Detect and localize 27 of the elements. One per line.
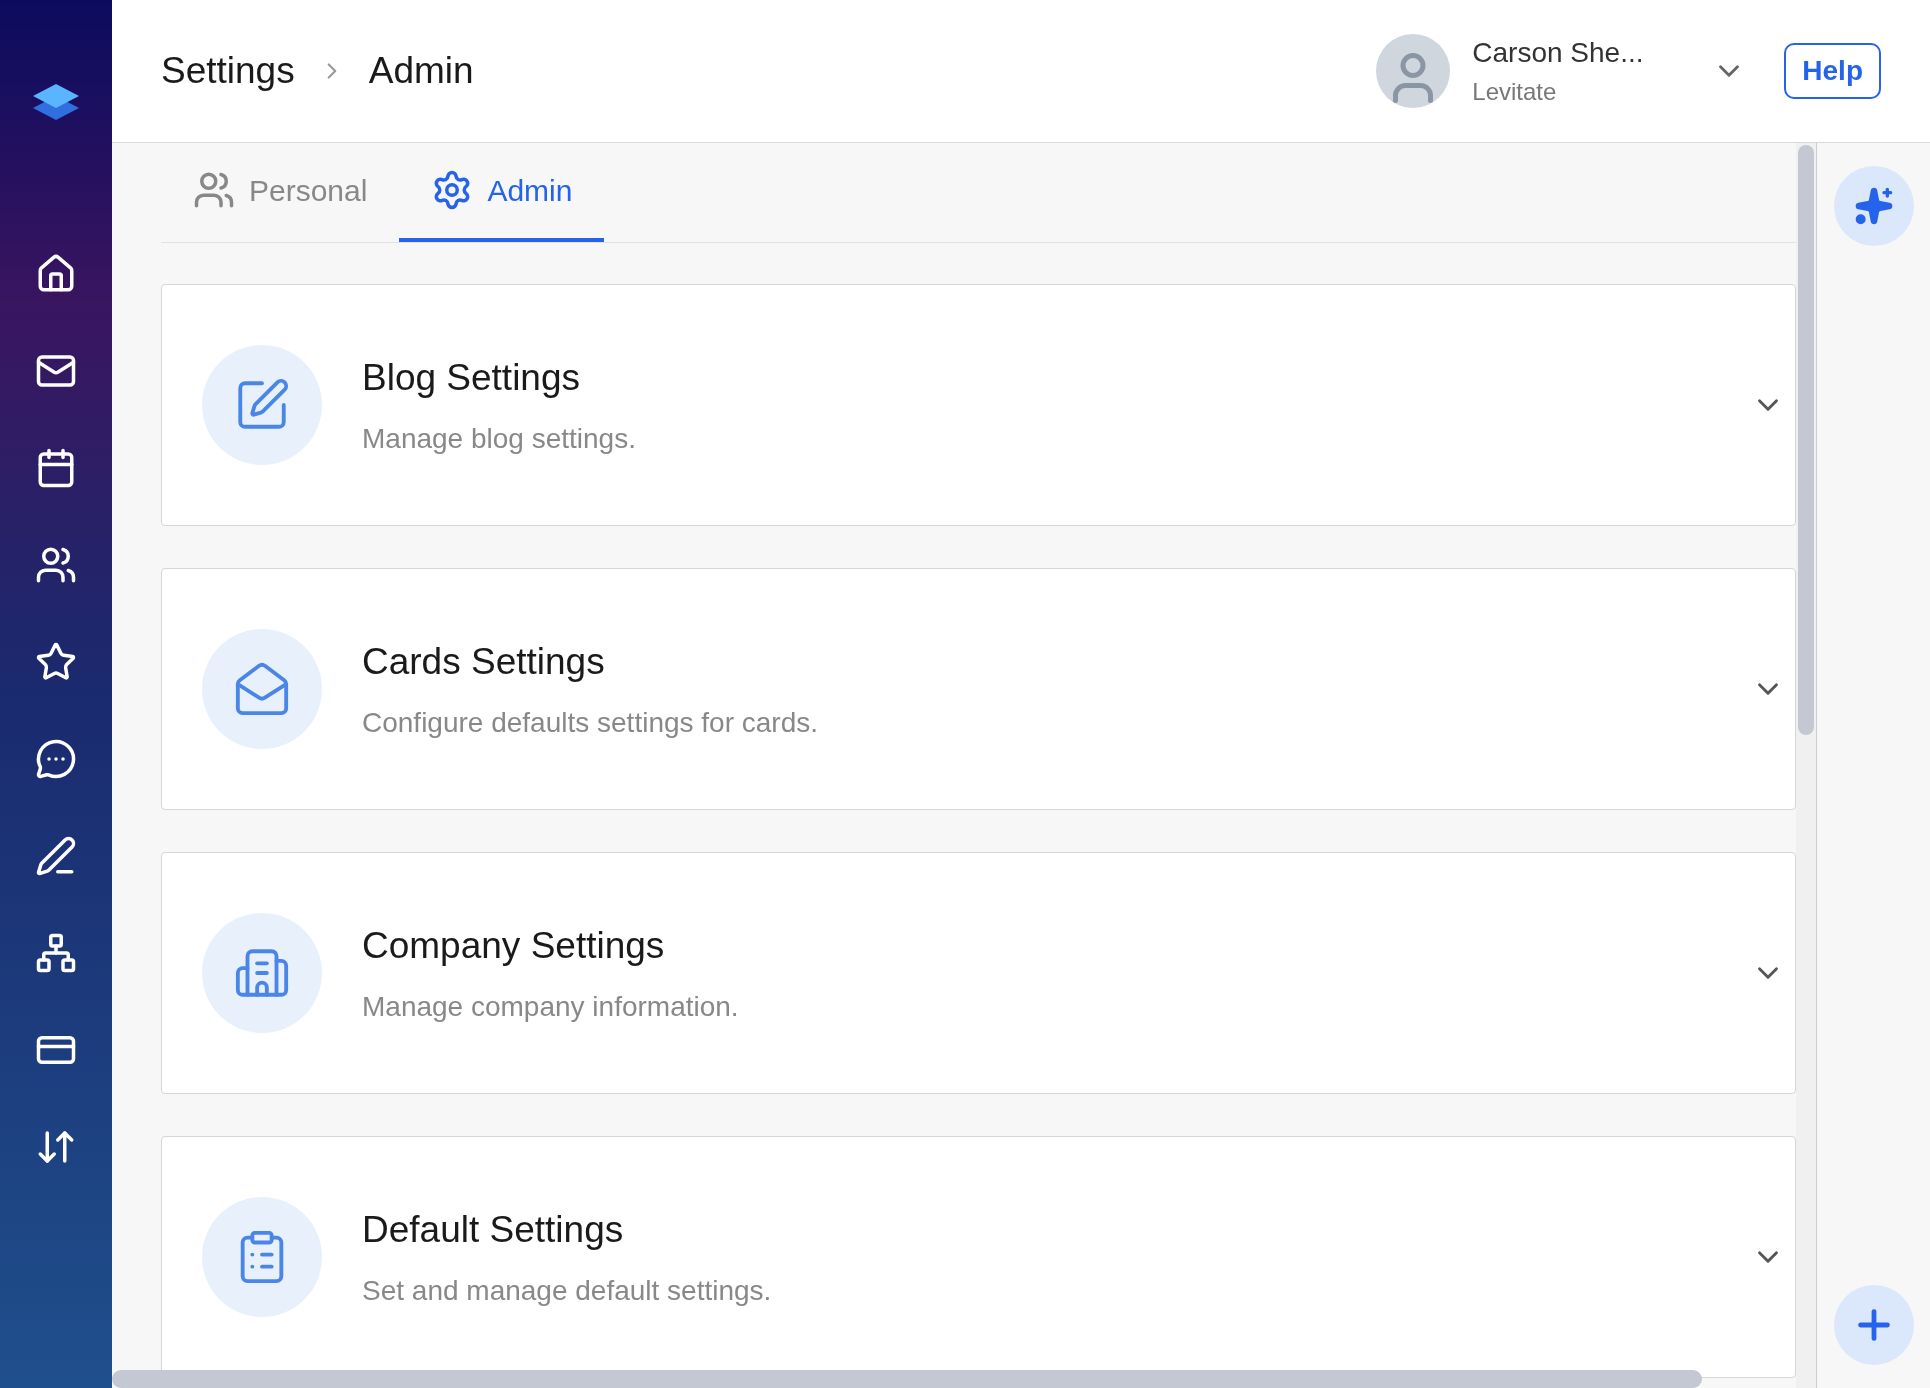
pen-icon[interactable] (35, 835, 77, 877)
settings-card[interactable]: Default Settings Set and manage default settings. (161, 1136, 1796, 1378)
sparkle-icon (1853, 186, 1894, 226)
hierarchy-icon[interactable] (35, 932, 77, 974)
help-button[interactable]: Help (1784, 43, 1881, 99)
user-name: Carson She... (1472, 36, 1645, 70)
card-title: Default Settings (362, 1208, 625, 1253)
chat-bubble-icon[interactable] (35, 738, 77, 780)
envelope-icon (233, 660, 291, 718)
card-description: Manage company information. (362, 989, 739, 1024)
vertical-scrollbar[interactable] (1796, 143, 1816, 1388)
horizontal-scrollbar[interactable] (112, 1370, 1702, 1388)
organization-name: Levitate (1472, 77, 1558, 107)
calendar-icon[interactable] (35, 447, 77, 489)
settings-card[interactable]: Company Settings Manage company information. (161, 852, 1796, 1094)
card-title: Company Settings (362, 924, 666, 969)
card-title: Cards Settings (362, 640, 606, 685)
card-description: Set and manage default settings. (362, 1273, 772, 1308)
card-description: Manage blog settings. (362, 421, 636, 456)
tab[interactable]: Admin (399, 143, 605, 242)
settings-card[interactable]: Cards Settings Configure defaults settings for cards. (161, 568, 1796, 810)
settings-card[interactable]: Blog Settings Manage blog settings. (161, 284, 1796, 526)
breadcrumb-current: Admin (368, 49, 474, 94)
breadcrumb-link[interactable]: Settings (161, 43, 295, 99)
card-title: Blog Settings (362, 356, 582, 401)
star-icon[interactable] (35, 641, 77, 683)
card-description: Configure defaults settings for cards. (362, 705, 818, 740)
